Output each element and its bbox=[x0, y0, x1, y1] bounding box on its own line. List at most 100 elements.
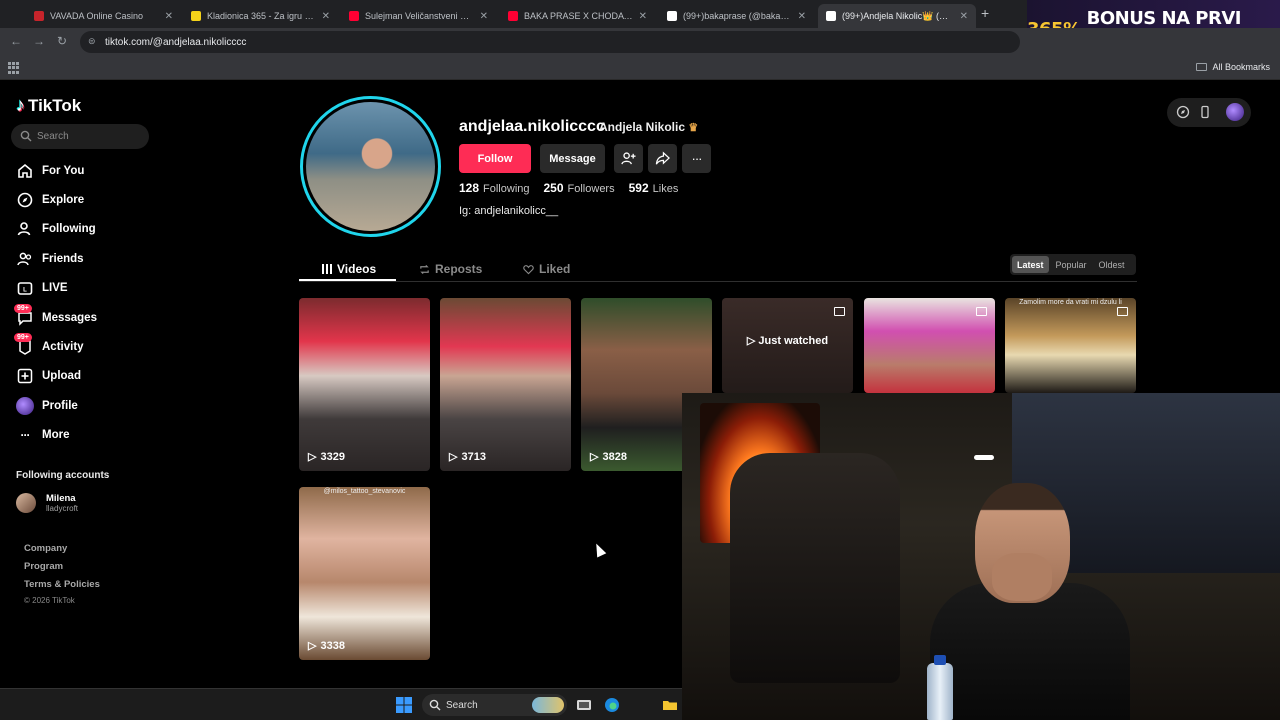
all-bookmarks-label: All Bookmarks bbox=[1212, 62, 1270, 72]
search-icon bbox=[20, 130, 32, 142]
sidebar-item-explore[interactable]: Explore bbox=[16, 189, 84, 211]
video-thumbnail[interactable]: ▷ Just watched bbox=[722, 298, 853, 393]
stat-likes: 592 Likes bbox=[629, 181, 679, 195]
back-icon[interactable]: ← bbox=[10, 34, 22, 48]
tab-label: Liked bbox=[539, 262, 571, 276]
sidebar-item-profile[interactable]: Profile bbox=[16, 395, 78, 417]
apps-icon[interactable] bbox=[8, 62, 20, 74]
sidebar-item-messages[interactable]: 99+ Messages bbox=[14, 304, 97, 329]
close-tab-icon[interactable]: ✕ bbox=[165, 11, 173, 22]
reload-icon[interactable]: ↻ bbox=[57, 34, 67, 48]
add-friend-button[interactable] bbox=[614, 144, 643, 173]
forward-icon[interactable]: → bbox=[33, 34, 45, 48]
favicon-icon bbox=[34, 11, 44, 21]
tab-liked[interactable]: Liked bbox=[523, 258, 570, 280]
follow-button[interactable]: Follow bbox=[459, 144, 531, 173]
photo-post-icon bbox=[976, 307, 987, 316]
taskbar-search-placeholder: Search bbox=[446, 699, 478, 711]
just-watched-label: ▷ Just watched bbox=[722, 334, 853, 347]
video-thumbnail[interactable]: @milos_tattoo_stevanovic ▷ 3338 bbox=[299, 487, 430, 660]
sidebar-item-label: Messages bbox=[42, 312, 97, 324]
grid-icon bbox=[322, 264, 332, 274]
close-tab-icon[interactable]: ✕ bbox=[960, 11, 968, 22]
view-count: ▷ 3828 bbox=[590, 450, 627, 464]
footer-link-terms[interactable]: Terms & Policies bbox=[24, 579, 100, 590]
new-tab-button[interactable]: + bbox=[981, 5, 989, 21]
site-info-icon[interactable]: ⊜ bbox=[88, 36, 99, 47]
avatar-image bbox=[306, 102, 435, 231]
file-explorer-icon[interactable] bbox=[662, 697, 678, 713]
account-handle: lladycroft bbox=[46, 504, 79, 513]
stat-value: 128 bbox=[459, 181, 480, 195]
sidebar-item-live[interactable]: L LIVE bbox=[16, 277, 68, 299]
browser-tab[interactable]: (99+)bakaprase (@bakaprase) | TikTok ✕ bbox=[659, 4, 814, 28]
tab-videos[interactable]: Videos bbox=[322, 258, 376, 280]
browser-tab[interactable]: BAKA PRASE X CHODA - BETMEN ✕ bbox=[500, 4, 655, 28]
notification-badge: 99+ bbox=[14, 333, 32, 342]
sidebar-item-label: Activity bbox=[42, 341, 84, 353]
search-highlight-art bbox=[532, 697, 564, 713]
address-bar[interactable]: ⊜ tiktok.com/@andjelaa.nikolicccc bbox=[80, 31, 1020, 53]
notification-badge: 99+ bbox=[14, 304, 32, 313]
play-icon: ▷ bbox=[590, 451, 599, 463]
view-count-text: 3338 bbox=[320, 639, 345, 652]
more-options-button[interactable]: ··· bbox=[682, 144, 711, 173]
stat-followers[interactable]: 250 Followers bbox=[544, 181, 615, 195]
sort-popular[interactable]: Popular bbox=[1051, 256, 1092, 273]
sidebar-item-following[interactable]: Following bbox=[16, 218, 96, 240]
photo-post-icon bbox=[1117, 307, 1128, 316]
footer-link-program[interactable]: Program bbox=[24, 561, 63, 572]
repost-icon bbox=[420, 264, 429, 274]
profile-avatar[interactable] bbox=[300, 96, 441, 237]
video-thumbnail[interactable] bbox=[864, 298, 995, 393]
search-input[interactable]: Search bbox=[11, 124, 149, 149]
all-bookmarks-button[interactable]: All Bookmarks bbox=[1196, 62, 1270, 72]
following-account-item[interactable]: Milena lladycroft bbox=[16, 493, 78, 513]
folder-icon bbox=[1196, 63, 1208, 71]
sidebar-item-label: For You bbox=[42, 165, 85, 177]
tiktok-logo[interactable]: ♪ TikTok bbox=[16, 95, 81, 116]
tab-title: VAVADA Online Casino bbox=[50, 11, 144, 21]
task-view-icon[interactable] bbox=[576, 697, 592, 713]
sidebar-item-activity[interactable]: 99+ Activity bbox=[14, 333, 84, 358]
windows-start-icon[interactable] bbox=[396, 697, 412, 713]
tab-reposts[interactable]: Reposts bbox=[419, 258, 482, 280]
video-thumbnail[interactable]: ▷ 3713 bbox=[440, 298, 571, 471]
message-button[interactable]: Message bbox=[540, 144, 605, 173]
more-icon: ··· bbox=[20, 428, 31, 442]
tab-label: Videos bbox=[337, 262, 377, 276]
sidebar-item-for-you[interactable]: For You bbox=[16, 160, 84, 182]
close-tab-icon[interactable]: ✕ bbox=[322, 11, 330, 22]
tiktok-note-icon: ♪ bbox=[16, 95, 25, 115]
video-thumbnail[interactable]: Zamolim more da vrati mi dzulu li bbox=[1005, 298, 1136, 393]
sidebar-item-more[interactable]: ··· More bbox=[16, 424, 70, 446]
browser-tab[interactable]: Sulejman Veličanstveni Epizoda ✕ bbox=[341, 4, 496, 28]
video-thumbnail[interactable]: ▷ 3329 bbox=[299, 298, 430, 471]
sidebar-item-label: More bbox=[42, 429, 70, 441]
share-button[interactable] bbox=[648, 144, 677, 173]
avatar bbox=[16, 493, 36, 513]
browser-tab[interactable]: VAVADA Online Casino ✕ bbox=[26, 4, 181, 28]
user-avatar-icon[interactable] bbox=[1226, 103, 1244, 121]
edge-browser-icon[interactable] bbox=[604, 697, 620, 713]
share-icon bbox=[655, 151, 670, 165]
close-tab-icon[interactable]: ✕ bbox=[480, 11, 488, 22]
compass-small-icon[interactable] bbox=[1176, 105, 1190, 119]
activity-icon: 99+ bbox=[14, 333, 34, 356]
taskbar-search[interactable]: Search bbox=[422, 694, 567, 716]
browser-tab[interactable]: Kladionica 365 - Za igru sa drugim ✕ bbox=[183, 4, 338, 28]
liked-icon bbox=[523, 264, 534, 274]
device-icon[interactable] bbox=[1198, 105, 1212, 119]
sidebar-item-friends[interactable]: Friends bbox=[16, 248, 84, 270]
sort-oldest[interactable]: Oldest bbox=[1094, 256, 1130, 273]
sidebar-item-upload[interactable]: Upload bbox=[16, 365, 81, 387]
following-accounts-heading: Following accounts bbox=[16, 470, 110, 481]
browser-tab-active[interactable]: (99+)Andjela Nikolic👑 (@andjelaa.nikolic… bbox=[818, 4, 976, 28]
stat-following[interactable]: 128 Following bbox=[459, 181, 530, 195]
search-icon bbox=[429, 699, 441, 711]
footer-link-company[interactable]: Company bbox=[24, 543, 67, 554]
close-tab-icon[interactable]: ✕ bbox=[639, 11, 647, 22]
close-tab-icon[interactable]: ✕ bbox=[798, 11, 806, 22]
tab-title: (99+)Andjela Nikolic👑 (@andjelaa.nikolic… bbox=[842, 10, 954, 21]
sort-latest[interactable]: Latest bbox=[1012, 256, 1049, 273]
